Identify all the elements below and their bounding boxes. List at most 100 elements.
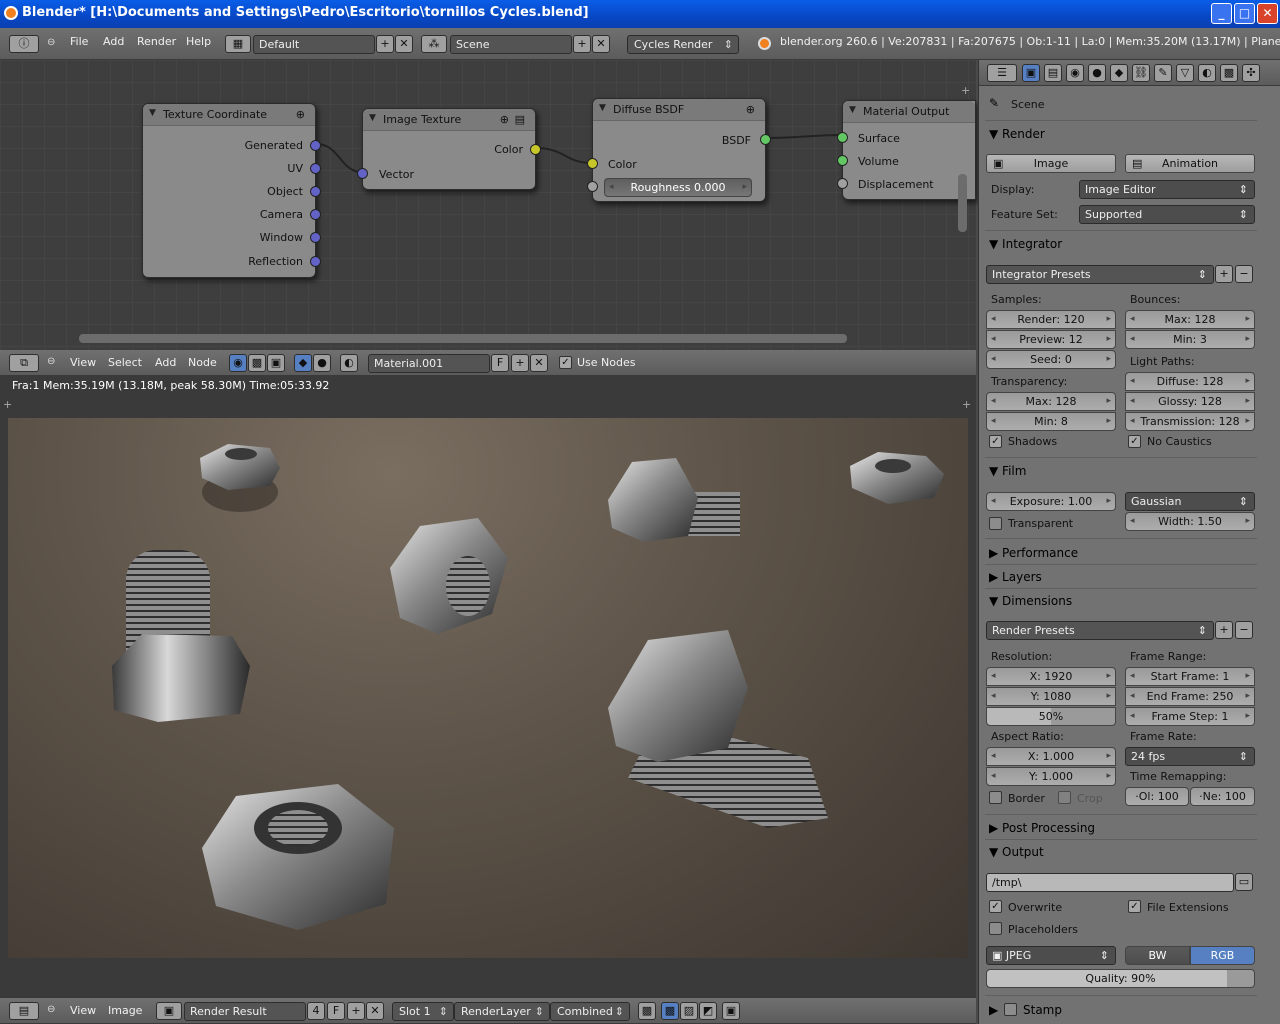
context-scene[interactable]: Scene	[1011, 98, 1045, 111]
texture-coordinate-node[interactable]: Texture Coordinate ⊕ Generated UV Object…	[142, 103, 321, 278]
texture-tab-icon[interactable]: ▩	[1220, 64, 1238, 82]
material-field[interactable]: Material.001	[368, 354, 490, 373]
socket-reflection[interactable]	[310, 256, 321, 267]
resolution-percentage-slider[interactable]: 50%	[986, 707, 1116, 726]
layers-panel-title[interactable]: ▶ Layers	[989, 570, 1042, 584]
frame-step-field[interactable]: Frame Step: 1	[1125, 707, 1255, 726]
add-preset-icon[interactable]: +	[1215, 265, 1233, 283]
transparent-checkbox[interactable]	[989, 517, 1002, 530]
remap-old-field[interactable]: ·Ol: 100	[1125, 787, 1189, 806]
render-image-button[interactable]: ▣ Image	[986, 154, 1116, 173]
output-path-field[interactable]: /tmp\	[986, 873, 1234, 892]
scene-field[interactable]: Scene	[450, 35, 572, 54]
collapse-menu-icon[interactable]: ⊖	[47, 356, 55, 367]
frame-rate-select[interactable]: 24 fps	[1125, 747, 1255, 766]
screen-layout-field[interactable]: Default	[253, 35, 375, 54]
feature-set-select[interactable]: Supported	[1079, 205, 1255, 224]
integrator-presets-select[interactable]: Integrator Presets	[986, 265, 1214, 284]
overwrite-checkbox[interactable]: ✓	[989, 900, 1002, 913]
stamp-panel-title[interactable]: ▶	[989, 1003, 998, 1017]
folder-icon[interactable]: ▭	[1235, 873, 1253, 891]
pin-image-icon[interactable]: ▣	[722, 1002, 740, 1020]
add-scene-icon[interactable]: +	[573, 35, 591, 53]
socket-bsdf-out[interactable]	[760, 134, 771, 145]
end-frame-field[interactable]: End Frame: 250	[1125, 687, 1255, 706]
world-tab-icon[interactable]: ●	[1088, 64, 1106, 82]
max-bounces-field[interactable]: Max: 128	[1125, 310, 1255, 329]
socket-color-out[interactable]	[530, 144, 541, 155]
add-preset-icon[interactable]: +	[1215, 621, 1233, 639]
world-data-icon[interactable]: ●	[313, 354, 331, 372]
node-header[interactable]: Material Output	[843, 101, 975, 123]
render-animation-button[interactable]: ▤ Animation	[1125, 154, 1255, 173]
remove-preset-icon[interactable]: −	[1235, 621, 1253, 639]
editor-type-node-icon[interactable]: ⧉	[9, 354, 39, 372]
socket-surface-in[interactable]	[837, 132, 848, 143]
menu-view[interactable]: View	[70, 356, 96, 369]
image-users-count[interactable]: 4	[307, 1002, 325, 1020]
seed-field[interactable]: Seed: 0	[986, 350, 1116, 369]
min-bounces-field[interactable]: Min: 3	[1125, 330, 1255, 349]
render-tab-icon[interactable]: ▣	[1022, 64, 1040, 82]
modifiers-tab-icon[interactable]: ✎	[1154, 64, 1172, 82]
add-layout-icon[interactable]: +	[376, 35, 394, 53]
filter-width-field[interactable]: Width: 1.50	[1125, 512, 1255, 531]
file-extensions-checkbox[interactable]: ✓	[1128, 900, 1141, 913]
aspect-y-field[interactable]: Y: 1.000	[986, 767, 1116, 786]
socket-object[interactable]	[310, 186, 321, 197]
draw-image-icon[interactable]: ▩	[638, 1002, 656, 1020]
remap-new-field[interactable]: ·Ne: 100	[1190, 787, 1255, 806]
remove-scene-icon[interactable]: ✕	[592, 35, 610, 53]
maximize-button[interactable]: □	[1234, 3, 1255, 24]
menu-view[interactable]: View	[70, 1004, 96, 1017]
node-header[interactable]: Texture Coordinate	[143, 104, 315, 126]
slot-select[interactable]: Slot 1	[392, 1002, 454, 1021]
texture-nodes-icon[interactable]: ▩	[248, 354, 266, 372]
render-layers-tab-icon[interactable]: ▤	[1044, 64, 1062, 82]
render-samples-field[interactable]: Render: 120	[986, 310, 1116, 329]
draw-alpha-icon[interactable]: ▩	[661, 1002, 679, 1020]
add-material-icon[interactable]: +	[511, 354, 529, 372]
remove-material-icon[interactable]: ✕	[530, 354, 548, 372]
socket-generated[interactable]	[310, 140, 321, 151]
resolution-y-field[interactable]: Y: 1080	[986, 687, 1116, 706]
socket-volume-in[interactable]	[837, 155, 848, 166]
output-panel-title[interactable]: ▼ Output	[989, 845, 1044, 859]
transparency-min-field[interactable]: Min: 8	[986, 412, 1116, 431]
shadows-checkbox[interactable]: ✓	[989, 435, 1002, 448]
draw-zbuffer-icon[interactable]: ▨	[680, 1002, 698, 1020]
quality-slider[interactable]: Quality: 90%	[986, 969, 1255, 988]
filter-select[interactable]: Gaussian	[1125, 492, 1255, 511]
render-panel-title[interactable]: ▼ Render	[989, 127, 1045, 141]
object-data-icon[interactable]: ◆	[294, 354, 312, 372]
fake-user-button[interactable]: F	[327, 1002, 345, 1020]
region-expand-icon[interactable]: +	[3, 398, 12, 411]
remove-layout-icon[interactable]: ✕	[395, 35, 413, 53]
remove-preset-icon[interactable]: −	[1235, 265, 1253, 283]
preview-samples-field[interactable]: Preview: 12	[986, 330, 1116, 349]
node-editor[interactable]: Texture Coordinate ⊕ Generated UV Object…	[0, 60, 976, 350]
menu-render[interactable]: Render	[137, 35, 176, 48]
horizontal-scrollbar[interactable]	[79, 334, 847, 343]
menu-select[interactable]: Select	[108, 356, 142, 369]
color-bw-button[interactable]: BW	[1125, 946, 1190, 965]
shader-nodes-icon[interactable]: ◉	[229, 354, 247, 372]
aspect-x-field[interactable]: X: 1.000	[986, 747, 1116, 766]
menu-help[interactable]: Help	[186, 35, 211, 48]
image-texture-node[interactable]: Image Texture ⊕ ▤ Color Vector	[357, 108, 541, 190]
close-button[interactable]: ✕	[1257, 3, 1278, 24]
render-presets-select[interactable]: Render Presets	[986, 621, 1214, 640]
socket-uv[interactable]	[310, 163, 321, 174]
border-checkbox[interactable]	[989, 791, 1002, 804]
menu-add[interactable]: Add	[103, 35, 124, 48]
region-expand-icon[interactable]: +	[961, 84, 970, 97]
vertical-scrollbar[interactable]	[958, 174, 967, 232]
integrator-panel-title[interactable]: ▼ Integrator	[989, 237, 1062, 251]
constraints-tab-icon[interactable]: ⛓	[1132, 64, 1150, 82]
compositing-nodes-icon[interactable]: ▣	[267, 354, 285, 372]
scene-icon[interactable]: ⁂	[421, 35, 447, 53]
socket-displacement-in[interactable]	[837, 178, 848, 189]
socket-camera[interactable]	[310, 209, 321, 220]
render-engine-select[interactable]: Cycles Render	[627, 35, 739, 54]
scene-tab-icon[interactable]: ◉	[1066, 64, 1084, 82]
